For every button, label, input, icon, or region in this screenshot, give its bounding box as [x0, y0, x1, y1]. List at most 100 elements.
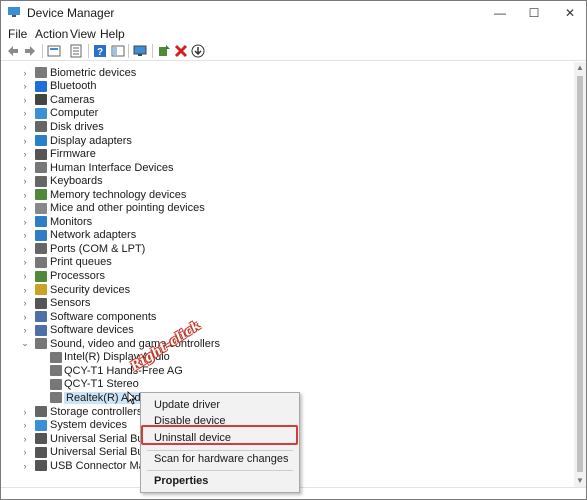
close-button[interactable]: ✕ — [549, 1, 587, 25]
collapse-chevron-icon[interactable]: ⌄ — [21, 338, 29, 349]
add-driver-icon[interactable] — [155, 43, 173, 59]
tree-device-item[interactable]: QCY-T1 Hands-Free AG — [1, 364, 574, 378]
scrollbar-thumb[interactable] — [577, 76, 583, 472]
view-icon[interactable] — [109, 43, 127, 59]
tree-category-item[interactable]: › Human Interface Devices — [1, 161, 574, 175]
scan-hardware-menu-item[interactable]: Scan for hardware changes — [142, 449, 298, 469]
device-category-icon — [35, 446, 47, 458]
toolbar-separator — [152, 44, 153, 58]
device-category-icon — [35, 243, 47, 255]
expand-chevron-icon[interactable]: › — [21, 285, 29, 295]
tree-category-item[interactable]: › Print queues — [1, 256, 574, 270]
tree-item-label: System devices — [50, 419, 128, 432]
expand-chevron-icon[interactable]: › — [21, 461, 29, 471]
expand-chevron-icon[interactable]: › — [21, 81, 29, 91]
tree-category-item[interactable]: › Computer — [1, 107, 574, 121]
expand-chevron-icon[interactable]: › — [21, 271, 29, 281]
expand-chevron-icon[interactable]: › — [21, 108, 29, 118]
back-arrow-icon[interactable] — [4, 43, 22, 59]
monitor-icon[interactable] — [131, 43, 149, 59]
properties-icon[interactable] — [67, 43, 85, 59]
expand-chevron-icon[interactable]: › — [21, 434, 29, 444]
tree-item-label: Human Interface Devices — [50, 161, 174, 174]
expand-chevron-icon[interactable]: › — [21, 257, 29, 267]
expand-chevron-icon[interactable]: › — [21, 420, 29, 430]
device-category-icon — [35, 121, 47, 133]
expand-chevron-icon[interactable]: › — [21, 325, 29, 335]
expand-chevron-icon[interactable]: › — [21, 163, 29, 173]
tree-item-label: Network adapters — [50, 229, 137, 242]
expand-chevron-icon[interactable]: › — [21, 176, 29, 186]
forward-arrow-icon[interactable] — [21, 43, 39, 59]
help-icon[interactable]: ? — [91, 43, 109, 59]
tree-category-item[interactable]: › Mice and other pointing devices — [1, 202, 574, 216]
expand-chevron-icon[interactable]: › — [21, 136, 29, 146]
expand-chevron-icon[interactable]: › — [21, 244, 29, 254]
expand-chevron-icon[interactable]: › — [21, 312, 29, 322]
expand-chevron-icon[interactable]: › — [21, 217, 29, 227]
expand-chevron-icon[interactable]: › — [21, 447, 29, 457]
tree-category-item[interactable]: › Software components — [1, 310, 574, 324]
tree-item-label: Software components — [50, 310, 157, 323]
device-category-icon — [35, 189, 47, 201]
tree-category-item[interactable]: › Firmware — [1, 147, 574, 161]
device-manager-icon[interactable] — [45, 43, 63, 59]
expand-chevron-icon[interactable]: › — [21, 68, 29, 78]
tree-category-item[interactable]: › Ports (COM & LPT) — [1, 242, 574, 256]
device-category-icon — [35, 433, 47, 445]
tree-category-item[interactable]: › Processors — [1, 269, 574, 283]
device-category-icon — [35, 135, 47, 146]
device-category-icon — [35, 406, 47, 417]
tree-item-label: Memory technology devices — [50, 188, 187, 201]
tree-item-label: Storage controllers — [50, 405, 143, 418]
scroll-up-icon[interactable]: ▲ — [574, 62, 586, 74]
tree-category-item[interactable]: › Security devices — [1, 283, 574, 297]
expand-chevron-icon[interactable]: › — [21, 190, 29, 200]
expand-chevron-icon[interactable]: › — [21, 95, 29, 105]
device-category-icon — [35, 162, 47, 174]
tree-device-item[interactable]: Intel(R) Display Audio — [1, 351, 574, 365]
device-category-icon — [35, 67, 47, 79]
uninstall-x-icon[interactable] — [172, 43, 190, 59]
device-category-icon — [50, 378, 62, 390]
device-category-icon — [35, 311, 47, 323]
tree-category-item[interactable]: › Bluetooth — [1, 80, 574, 94]
scroll-down-icon[interactable]: ▼ — [574, 475, 586, 487]
tree-item-label: Monitors — [50, 215, 93, 228]
toolbar-separator — [88, 44, 89, 58]
expand-chevron-icon[interactable]: › — [21, 149, 29, 159]
tree-category-item[interactable]: ⌄ Sound, video and game controllers — [1, 337, 574, 351]
tree-item-label: Sensors — [50, 297, 91, 310]
expand-chevron-icon[interactable]: › — [21, 230, 29, 240]
expand-chevron-icon[interactable]: › — [21, 122, 29, 132]
expand-chevron-icon[interactable]: › — [21, 407, 29, 417]
tree-category-item[interactable]: › Sensors — [1, 296, 574, 310]
tree-category-item[interactable]: › Network adapters — [1, 229, 574, 243]
properties-menu-item[interactable]: Properties — [142, 471, 298, 491]
tree-category-item[interactable]: › Software devices — [1, 323, 574, 337]
vertical-scrollbar[interactable]: ▲ ▼ — [574, 62, 586, 487]
expand-chevron-icon[interactable]: › — [21, 203, 29, 213]
tree-category-item[interactable]: › Cameras — [1, 93, 574, 107]
device-category-icon — [35, 270, 47, 282]
tree-category-item[interactable]: › Monitors — [1, 215, 574, 229]
tree-item-label: Realtek(R) Audio — [64, 391, 152, 404]
menu-help[interactable]: Help — [100, 27, 125, 41]
tree-category-item[interactable]: › Memory technology devices — [1, 188, 574, 202]
device-category-icon — [50, 351, 62, 363]
tree-device-item[interactable]: QCY-T1 Stereo — [1, 378, 574, 392]
tree-item-label: Security devices — [50, 283, 131, 296]
device-category-icon — [35, 297, 47, 309]
tree-category-item[interactable]: › Disk drives — [1, 120, 574, 134]
menu-action[interactable]: Action — [35, 27, 68, 41]
download-icon[interactable] — [189, 43, 207, 59]
device-category-icon — [35, 284, 47, 296]
uninstall-highlight-box — [141, 425, 298, 445]
device-category-icon — [35, 419, 47, 431]
menu-view[interactable]: View — [70, 27, 96, 41]
tree-category-item[interactable]: › Keyboards — [1, 174, 574, 188]
tree-category-item[interactable]: › Biometric devices — [1, 66, 574, 80]
tree-category-item[interactable]: › Display adapters — [1, 134, 574, 148]
expand-chevron-icon[interactable]: › — [21, 298, 29, 308]
menu-file[interactable]: File — [8, 27, 27, 41]
